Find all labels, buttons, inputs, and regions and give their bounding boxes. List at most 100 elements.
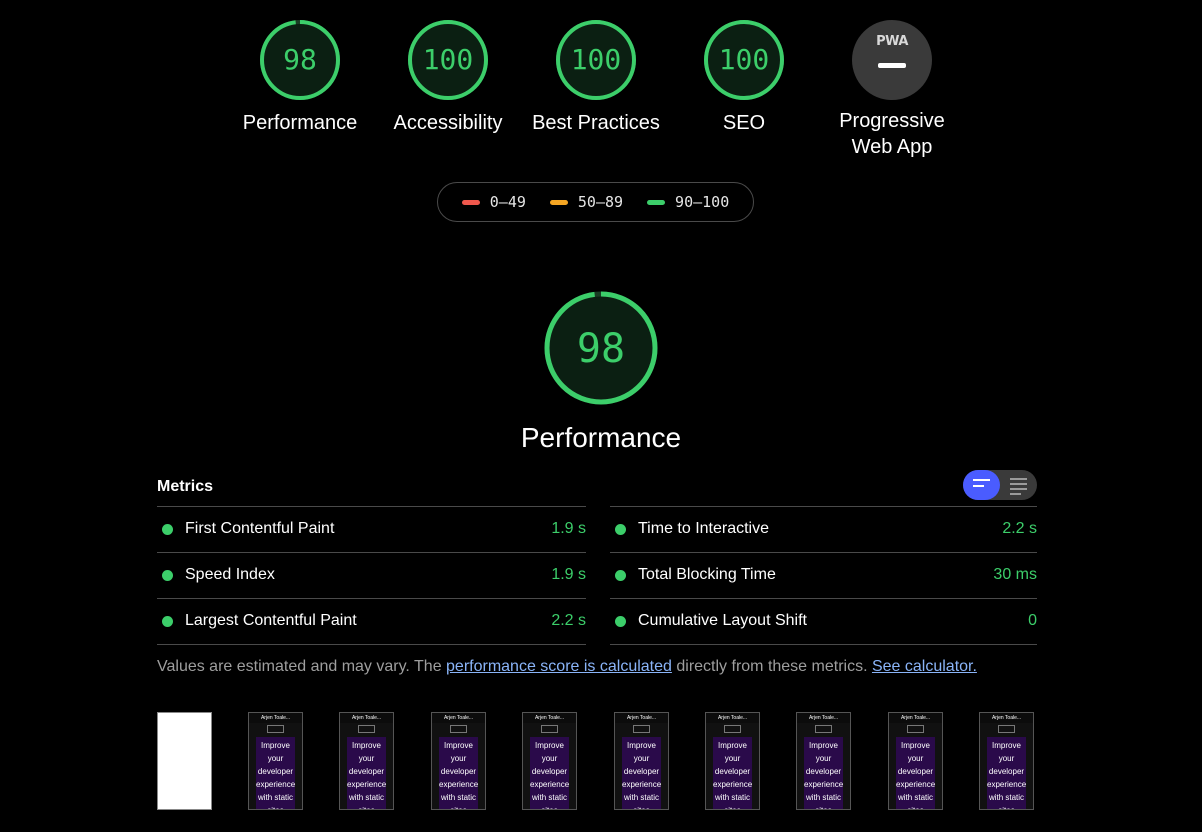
metric-row[interactable]: Speed Index 1.9 s <box>157 552 586 598</box>
pass-dot-icon <box>615 524 626 535</box>
metrics-title: Metrics <box>157 478 214 495</box>
score-ring: 100 <box>556 20 636 100</box>
note-text: directly from these metrics. <box>671 658 872 675</box>
expanded-view-button[interactable] <box>1000 470 1037 500</box>
gauge-best-practices[interactable]: 100 Best Practices <box>522 18 670 136</box>
legend-item-pass: 90–100 <box>647 193 729 211</box>
legend-item-fail: 0–49 <box>461 193 526 211</box>
frame-site-title: Arjen Toale... <box>889 713 942 723</box>
legend-range: 50–89 <box>577 193 624 211</box>
expanded-lines-icon <box>1010 478 1027 499</box>
frame-nav-bar <box>267 725 284 733</box>
frame-site-title: Arjen Toale... <box>523 713 576 723</box>
metric-label: Speed Index <box>185 566 275 583</box>
gauge-pwa[interactable]: PWA Progressive Web App <box>818 18 966 160</box>
metric-row[interactable]: Total Blocking Time 30 ms <box>610 552 1037 598</box>
metric-label: Time to Interactive <box>638 520 770 537</box>
frame-nav-bar <box>998 725 1015 733</box>
score-ring: 98 <box>260 20 340 100</box>
frame-hero-text: Improve your developer experience with s… <box>256 737 295 809</box>
category-gauges: 98 Performance 100 Accessibility 100 Bes… <box>0 18 1202 168</box>
frame-site-title: Arjen Toale... <box>797 713 850 723</box>
metrics-column-right: Time to Interactive 2.2 s Total Blocking… <box>610 506 1037 645</box>
frame-hero-text: Improve your developer experience with s… <box>347 737 386 809</box>
gauge-label: Best Practices <box>532 112 660 134</box>
gauge-performance[interactable]: 98 Performance <box>226 18 374 136</box>
frame-nav-bar <box>450 725 467 733</box>
metrics-header: Metrics <box>157 470 1037 506</box>
score-calculated-link[interactable]: performance score is calculated <box>446 658 672 675</box>
frame-site-title: Arjen Toale... <box>706 713 759 723</box>
frame-site-title: Arjen Toale... <box>340 713 393 723</box>
compact-view-button[interactable] <box>963 470 1000 500</box>
frame-nav-bar <box>724 725 741 733</box>
gauge-label: Progressive Web App <box>818 108 966 160</box>
legend-range: 90–100 <box>675 193 730 211</box>
filmstrip: Arjen Toale... Improve your developer exp… <box>157 712 1037 812</box>
pass-dot-icon <box>162 570 173 581</box>
compact-lines-icon <box>973 479 990 491</box>
pass-dot-icon <box>162 524 173 535</box>
score-ring: 100 <box>408 20 488 100</box>
gauge-label: Accessibility <box>393 112 503 134</box>
frame-hero-text: Improve your developer experience with s… <box>530 737 569 809</box>
legend-fail-icon <box>461 199 480 205</box>
pwa-label-line1: Progressive <box>839 110 945 132</box>
pwa-dash-icon <box>878 63 906 68</box>
frame-nav-bar <box>907 725 924 733</box>
metrics-note: Values are estimated and may vary. The p… <box>157 658 977 676</box>
gauge-seo[interactable]: 100 SEO <box>670 18 818 136</box>
score-legend: 0–49 50–89 90–100 <box>437 182 754 222</box>
note-text: Values are estimated and may vary. The <box>157 658 447 675</box>
gauge-score: 98 <box>283 43 317 76</box>
gauge-label: Performance <box>242 112 358 134</box>
metric-value: 1.9 s <box>551 520 586 537</box>
filmstrip-frame: Arjen Toale... Improve your developer exp… <box>248 712 303 810</box>
pwa-badge: PWA <box>852 20 932 100</box>
legend-range: 0–49 <box>489 193 526 211</box>
frame-hero-text: Improve your developer experience with s… <box>622 737 661 809</box>
frame-hero-text: Improve your developer experience with s… <box>987 737 1026 809</box>
legend-pass-icon <box>647 199 666 205</box>
metric-value: 2.2 s <box>551 612 586 629</box>
filmstrip-frame: Arjen Toale... Improve your developer exp… <box>796 712 851 810</box>
frame-hero-text: Improve your developer experience with s… <box>804 737 843 809</box>
frame-hero-text: Improve your developer experience with s… <box>713 737 752 809</box>
metric-row[interactable]: Time to Interactive 2.2 s <box>610 506 1037 552</box>
pwa-label-line2: Web App <box>851 136 933 158</box>
metric-label: Total Blocking Time <box>638 566 776 583</box>
gauge-score: 100 <box>571 43 622 76</box>
filmstrip-frame: Arjen Toale... Improve your developer exp… <box>522 712 577 810</box>
see-calculator-link[interactable]: See calculator. <box>872 658 977 675</box>
metric-label: Cumulative Layout Shift <box>638 612 807 629</box>
metric-value: 30 ms <box>993 566 1037 583</box>
frame-nav-bar <box>633 725 650 733</box>
frame-site-title: Arjen Toale... <box>980 713 1033 723</box>
frame-hero-text: Improve your developer experience with s… <box>896 737 935 809</box>
filmstrip-frame <box>157 712 212 810</box>
metric-row[interactable]: Cumulative Layout Shift 0 <box>610 598 1037 645</box>
filmstrip-frame: Arjen Toale... Improve your developer exp… <box>979 712 1034 810</box>
frame-site-title: Arjen Toale... <box>249 713 302 723</box>
metrics-column-left: First Contentful Paint 1.9 s Speed Index… <box>157 506 586 645</box>
frame-nav-bar <box>815 725 832 733</box>
gauge-score: 100 <box>423 43 474 76</box>
filmstrip-frame: Arjen Toale... Improve your developer exp… <box>888 712 943 810</box>
frame-site-title: Arjen Toale... <box>615 713 668 723</box>
metric-value: 0 <box>1028 612 1037 629</box>
filmstrip-frame: Arjen Toale... Improve your developer exp… <box>431 712 486 810</box>
metric-row[interactable]: Largest Contentful Paint 2.2 s <box>157 598 586 645</box>
metric-row[interactable]: First Contentful Paint 1.9 s <box>157 506 586 552</box>
legend-average-icon <box>549 199 568 205</box>
frame-site-title: Arjen Toale... <box>432 713 485 723</box>
frame-nav-bar <box>541 725 558 733</box>
metric-label: Largest Contentful Paint <box>185 612 357 629</box>
metric-label: First Contentful Paint <box>185 520 335 537</box>
pass-dot-icon <box>615 570 626 581</box>
gauge-accessibility[interactable]: 100 Accessibility <box>374 18 522 136</box>
filmstrip-frame: Arjen Toale... Improve your developer exp… <box>339 712 394 810</box>
pwa-badge-text: PWA <box>876 34 908 49</box>
pass-dot-icon <box>162 616 173 627</box>
performance-gauge-large: 98 Performance <box>0 290 1202 454</box>
frame-nav-bar <box>358 725 375 733</box>
